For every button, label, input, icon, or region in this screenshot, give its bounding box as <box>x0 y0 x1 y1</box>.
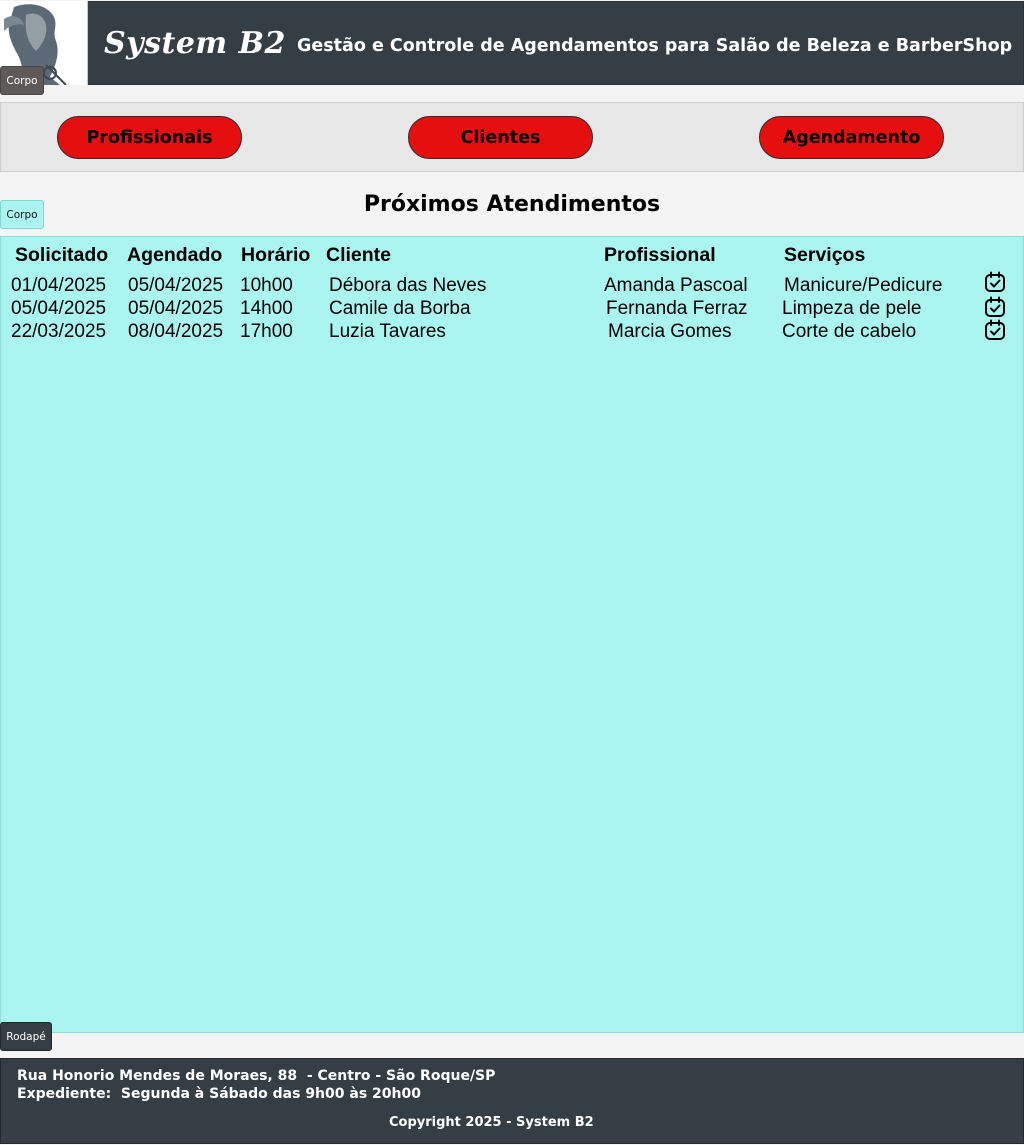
row-professional: Fernanda Ferraz <box>606 298 748 319</box>
professionals-button[interactable]: Profissionais <box>57 116 242 159</box>
row-professional: Amanda Pascoal <box>604 275 748 296</box>
clients-button[interactable]: Clientes <box>408 116 593 159</box>
column-header-scheduled: Agendado <box>127 244 223 266</box>
row-service: Corte de cabelo <box>782 321 917 342</box>
row-client: Camile da Borba <box>329 298 471 319</box>
row-requested-date: 22/03/2025 <box>11 321 107 342</box>
row-requested-date: 05/04/2025 <box>11 298 107 319</box>
row-client: Débora das Neves <box>329 275 487 296</box>
row-service: Limpeza de pele <box>782 298 922 319</box>
row-scheduled-date: 05/04/2025 <box>128 275 224 296</box>
header-tagline: Gestão e Controle de Agendamentos para S… <box>297 36 1013 56</box>
row-service: Manicure/Pedicure <box>784 275 943 296</box>
column-header-time: Horário <box>241 244 311 266</box>
appointments-panel <box>0 236 1024 1033</box>
footer-hours: Expediente: Segunda à Sábado das 9h00 às… <box>17 1086 421 1102</box>
row-client: Luzia Tavares <box>329 321 446 342</box>
footer-section-tag: Rodapé <box>0 1022 52 1051</box>
header-section-tag: Corpo <box>0 66 44 95</box>
column-header-requested: Solicitado <box>15 244 109 266</box>
column-header-services: Serviços <box>784 244 866 266</box>
row-professional: Marcia Gomes <box>608 321 732 342</box>
calendar-check-icon[interactable] <box>984 296 1006 318</box>
row-time: 14h00 <box>240 298 293 319</box>
brand-title: System B2 <box>104 26 286 61</box>
row-time: 17h00 <box>240 321 293 342</box>
footer-address: Rua Honorio Mendes de Moraes, 88 - Centr… <box>17 1068 496 1084</box>
footer-copyright: Copyright 2025 - System B2 <box>389 1115 594 1130</box>
row-time: 10h00 <box>240 275 293 296</box>
row-scheduled-date: 08/04/2025 <box>128 321 224 342</box>
calendar-check-icon[interactable] <box>984 271 1006 293</box>
row-requested-date: 01/04/2025 <box>11 275 107 296</box>
row-scheduled-date: 05/04/2025 <box>128 298 224 319</box>
column-header-professional: Profissional <box>604 244 716 266</box>
calendar-check-icon[interactable] <box>984 319 1006 341</box>
column-header-client: Cliente <box>326 244 392 266</box>
scheduling-button[interactable]: Agendamento <box>759 116 944 159</box>
page-title: Próximos Atendimentos <box>363 192 661 217</box>
